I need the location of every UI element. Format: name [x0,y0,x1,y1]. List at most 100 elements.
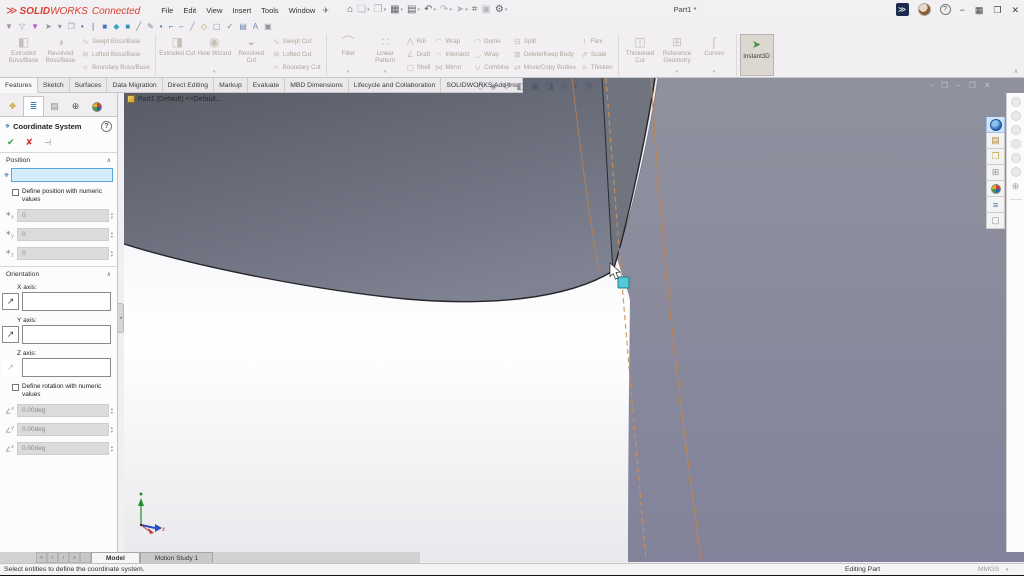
zoom-area-icon[interactable]: ◈ [490,81,497,92]
3dexperience-tab[interactable] [986,117,1005,133]
filter-solid-icon[interactable]: ▼ [5,22,13,31]
tab-scroll-cell[interactable]: « [36,552,47,563]
menu-edit[interactable]: Edit [178,4,201,17]
tab-data-migration[interactable]: Data Migration [107,78,162,93]
close-button[interactable]: ✕ [1011,4,1019,16]
mirror-button[interactable]: ⋈Mirror [434,63,469,72]
slash-icon[interactable]: ╱ [190,22,195,31]
shell-button[interactable]: ▢Shell [406,63,431,72]
pack-and-go-tab[interactable]: ▢ [986,213,1005,229]
x-axis-selection-input[interactable] [22,292,111,311]
doc-minimize2-icon[interactable]: − [956,81,961,90]
gold-diamond-icon[interactable]: ◇ [201,22,207,31]
swept-boss-base-button[interactable]: ∿Swept Boss/Base [81,37,150,46]
lofted-cut-button[interactable]: ≋Lofted Cut [272,50,321,59]
dropdown-caret-icon[interactable]: ▾ [367,7,370,13]
view-palette-tab[interactable]: ⊞ [986,165,1005,181]
y-axis-selection-input[interactable] [22,325,111,344]
move-copy-bodies-button[interactable]: ⇄Move/Copy Bodies [513,63,576,72]
doc-restore-icon[interactable]: ❐ [941,81,948,90]
swept-cut-button[interactable]: ∿Swept Cut [272,37,321,46]
save-icon[interactable]: ▦▾ [390,5,403,15]
stick-icon[interactable]: ❘ [90,22,97,31]
dropdown-caret-icon[interactable]: ▾ [676,69,679,75]
tab-scroll-cell[interactable]: » [69,552,80,563]
x-rotation-field[interactable]: 0.00deg [17,404,109,417]
options-gear-icon[interactable]: ⚙▾ [495,5,507,15]
spinner-icon[interactable]: ▴▾ [111,426,113,434]
print-icon[interactable]: ▤▾ [407,5,420,15]
extruded-boss-base-button[interactable]: ◧Extruded Boss/Base [5,34,42,76]
dropdown-caret-icon[interactable]: ▾ [433,7,436,13]
displaymanager-tab[interactable] [86,96,107,116]
dimxpertmanager-tab[interactable]: ⊕ [65,96,86,116]
dot-icon[interactable]: • [160,22,163,31]
dropdown-caret-icon[interactable]: ▾ [505,7,508,13]
check-icon[interactable]: ✓ [226,22,233,31]
tab-scroll-cell[interactable]: › [58,552,69,563]
doc-cascade-icon[interactable]: ❐ [969,81,976,90]
minimize-button[interactable]: − [960,4,965,16]
diamond-icon[interactable]: ◆ [113,22,119,31]
edit-appearance-icon[interactable]: ◐ [574,81,579,92]
cube-icon[interactable]: ■ [125,22,130,31]
tab-scroll-cell[interactable]: ∙ [80,552,91,563]
delete-keep-body-button[interactable]: ⊠Delete/Keep Body [513,50,576,59]
restore-button[interactable]: ❐ [993,4,1001,16]
ribbon-collapse-icon[interactable]: ∧ [1014,68,1018,75]
compass-icon[interactable]: ⊕ [1012,181,1020,192]
units-label[interactable]: MMGS [978,566,999,573]
tab-features[interactable]: Features [0,78,38,93]
menu-insert[interactable]: Insert [227,4,256,17]
previous-view-icon[interactable]: ↺ [503,81,511,92]
component-icon[interactable]: ▣ [481,5,490,15]
wrap-button[interactable]: ◠Wrap [434,37,469,46]
tab-surfaces[interactable]: Surfaces [70,78,108,93]
combine-button[interactable]: ∪Combine [473,63,509,72]
menu-view[interactable]: View [201,4,227,17]
position-section-header[interactable]: Position ∧ [0,153,117,166]
home-icon[interactable]: ⌂ [347,5,353,15]
linear-pattern-button[interactable]: ∷Linear Pattern▾ [367,34,404,76]
filter-magenta-icon[interactable]: ▼ [31,22,39,31]
command-prompt-icon[interactable]: ≫ [896,3,909,16]
tab-lifecycle-and-collaboration[interactable]: Lifecycle and Collaboration [349,78,442,93]
y-coordinate-field[interactable]: 0 [17,228,109,241]
rib-button[interactable]: ⋀Rib [406,37,431,46]
spinner-icon[interactable]: ▴▾ [111,407,113,415]
propertymanager-tab[interactable]: ≣ [23,96,44,116]
pencil-icon[interactable]: ✎ [147,22,154,31]
open-icon[interactable]: ❐▾ [374,5,386,15]
draft-button[interactable]: ∠Draft [406,50,431,59]
intersect-button[interactable]: ∩Intersect [434,50,469,59]
dome-button[interactable]: ◠Dome [473,37,509,46]
point-icon[interactable]: • [81,22,84,31]
featuremanager-tab[interactable]: ❖ [2,96,23,116]
dropdown-caret-icon[interactable]: ▾ [384,7,387,13]
pin-menu-icon[interactable]: ✈ [322,6,329,15]
y-rotation-field[interactable]: 0.00deg [17,423,109,436]
scale-button[interactable]: ⇗Scale [580,50,613,59]
boundary-cut-button[interactable]: ≈Boundary Cut [272,63,321,72]
split-button[interactable]: ⊟Split [513,37,576,46]
dropdown-caret-icon[interactable]: ▾ [401,7,404,13]
z-coordinate-field[interactable]: 0 [17,247,109,260]
file-explorer-tab[interactable]: ❐ [986,149,1005,165]
orientation-section-header[interactable]: Orientation ∧ [0,267,117,280]
table-icon[interactable]: ▤ [239,22,247,31]
model-tab[interactable]: Model [91,552,140,563]
redo-icon[interactable]: ↷▾ [440,5,452,15]
lofted-boss-base-button[interactable]: ≋Lofted Boss/Base [81,50,150,59]
corner-icon[interactable]: ⌐ [169,22,174,31]
boundary-boss-base-button[interactable]: ≈Boundary Boss/Base [81,63,150,72]
menu-file[interactable]: File [156,4,178,17]
appearances-tab[interactable] [986,181,1005,197]
attachment-icon[interactable]: ⌗ [472,5,478,15]
z-rotation-field[interactable]: 0.00deg [17,442,109,455]
units-caret-icon[interactable]: ▾ [1006,567,1009,573]
instant3d-button[interactable]: ➤Instant3D [740,34,774,76]
zoom-fit-icon[interactable]: ◇ [477,81,484,92]
user-avatar[interactable] [918,3,931,16]
hide-show-items-icon[interactable]: ◎ [560,81,568,92]
dimension-icon[interactable]: ⌐ [179,22,184,31]
